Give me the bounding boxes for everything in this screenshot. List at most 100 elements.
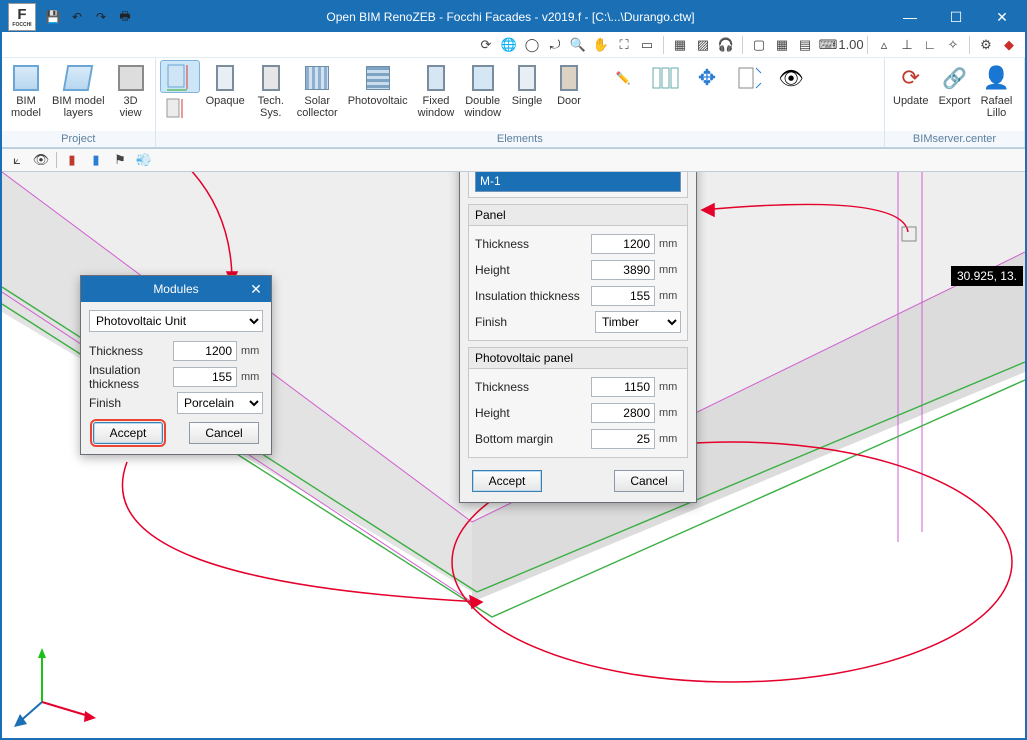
layer-a-icon[interactable]: ▮ [63,151,81,169]
bim-model-button[interactable]: BIM model [6,60,46,122]
draw-button[interactable]: ✏️ [603,60,643,98]
window-icon[interactable]: ▭ [637,35,657,55]
view-strip: ⟀ 👁 ▮ ▮ ⚑ 💨 [2,148,1025,172]
viewport-3d[interactable]: 30.925, 13. Modules ✕ Photovoltaic Unit … [2,172,1025,738]
modules-dialog-small: Modules ✕ Photovoltaic Unit ThicknessmmI… [80,275,272,455]
update-button[interactable]: ⟳Update [889,60,932,110]
fit-icon[interactable]: ⛶ [614,35,634,55]
app-icon: F FOCCHI [8,3,36,31]
modules-button[interactable] [160,60,200,93]
visibility-button[interactable]: 👁 [771,60,811,98]
maximize-button[interactable]: ☐ [933,2,979,32]
panel-2-label: Insulation thickness [475,289,587,303]
refresh-icon[interactable]: ⤾ [545,35,565,55]
globe-icon[interactable]: 🌐 [499,35,519,55]
3d-view-button[interactable]: 3D view [111,60,151,122]
tech-sys-button[interactable]: Tech. Sys. [251,60,291,122]
angle-icon[interactable]: ▵ [874,35,894,55]
cancel-button[interactable]: Cancel [189,422,259,444]
print-icon[interactable]: 🖶 [116,8,134,26]
ribbon-group-title: Project [2,131,155,147]
keyboard-icon[interactable]: ⌨ [818,35,838,55]
headphones-icon[interactable]: 🎧 [716,35,736,55]
modules-dialog-large: Modules ✕ Reference Panel ThicknessmmHei… [459,172,697,503]
snap-icon[interactable]: ✧ [943,35,963,55]
panel-0-input[interactable] [591,234,655,254]
export-button[interactable]: 🔗Export [934,60,974,110]
unit-label: mm [659,407,681,419]
settings-icon[interactable]: ⚙ [976,35,996,55]
orbit-icon[interactable]: ◯ [522,35,542,55]
dialog-close-button[interactable]: ✕ [247,280,265,298]
dialog-title: Modules ✕ [81,276,271,302]
user-button[interactable]: 👤Rafael Lillo [976,60,1016,122]
reference-input[interactable] [475,172,681,192]
eye-icon[interactable]: 👁 [32,151,50,169]
redo-icon[interactable]: ↷ [92,8,110,26]
cancel-button[interactable]: Cancel [614,470,684,492]
ortho-icon[interactable]: ∟ [920,35,940,55]
bim-layers-button[interactable]: BIM model layers [48,60,109,122]
rect-icon[interactable]: ▢ [749,35,769,55]
accept-button[interactable]: Accept [472,470,542,492]
grid-icon[interactable]: ▦ [772,35,792,55]
dim-icon[interactable]: 1.00 [841,35,861,55]
unit-label: mm [659,290,681,302]
perp-icon[interactable]: ⊥ [897,35,917,55]
flag-icon[interactable]: ⚑ [111,151,129,169]
move-button[interactable]: ✥ [687,60,727,98]
panel-3-select[interactable]: Timber [595,311,681,333]
ribbon: BIM model BIM model layers 3D view Proje… [2,58,1025,148]
view-tools-row: ⟳ 🌐 ◯ ⤾ 🔍 ✋ ⛶ ▭ ▦ ▨ 🎧 ▢ ▦ ▤ ⌨ 1.00 ▵ ⊥ ∟… [2,32,1025,58]
single-button[interactable]: Single [507,60,547,110]
group-header-panel: Panel [469,205,687,226]
sd-1-input[interactable] [173,367,237,387]
door-button[interactable]: Door [549,60,589,110]
sd-0-input[interactable] [173,341,237,361]
pv-2-label: Bottom margin [475,432,587,446]
unit-label: mm [241,371,263,383]
save-icon[interactable]: 💾 [44,8,62,26]
pv-1-label: Height [475,406,587,420]
unit-label: mm [659,238,681,250]
hide-icon[interactable]: 💨 [135,151,153,169]
accept-button[interactable]: Accept [93,422,163,444]
photovoltaic-button[interactable]: Photovoltaic [344,60,412,110]
copy-array-button[interactable] [645,60,685,98]
title-bar: F FOCCHI 💾 ↶ ↷ 🖶 Open BIM RenoZEB - Focc… [2,2,1025,32]
light-icon[interactable]: ▤ [795,35,815,55]
axis-icon[interactable]: ⟀ [8,151,26,169]
pv-0-input[interactable] [591,377,655,397]
ribbon-group-elements: Opaque Tech. Sys. Solar collector Photov… [156,58,885,147]
module-type-select[interactable]: Photovoltaic Unit [89,310,263,332]
opaque-button[interactable]: Opaque [202,60,249,110]
sd-2-select[interactable]: Porcelain [177,392,263,414]
sd-2-label: Finish [89,396,173,410]
solar-collector-button[interactable]: Solar collector [293,60,342,122]
layer1-icon[interactable]: ▦ [670,35,690,55]
unit-label: mm [659,433,681,445]
help-icon[interactable]: ◆ [999,35,1019,55]
minimize-button[interactable]: — [887,2,933,32]
pv-2-input[interactable] [591,429,655,449]
double-window-button[interactable]: Double window [460,60,505,122]
close-button[interactable]: ✕ [979,2,1025,32]
panel-0-label: Thickness [475,237,587,251]
rotate-icon[interactable]: ⟳ [476,35,496,55]
fixed-window-button[interactable]: Fixed window [414,60,459,122]
coordinate-readout: 30.925, 13. [951,266,1023,286]
layer-b-icon[interactable]: ▮ [87,151,105,169]
window-controls: — ☐ ✕ [887,2,1025,32]
panel-1-input[interactable] [591,260,655,280]
sd-1-label: Insulation thickness [89,363,169,391]
pan-icon[interactable]: ✋ [591,35,611,55]
ribbon-group-bimserver: ⟳Update 🔗Export 👤Rafael Lillo BIMserver.… [885,58,1025,147]
panel-2-input[interactable] [591,286,655,306]
pv-0-label: Thickness [475,380,587,394]
align-button[interactable] [729,60,769,98]
module-variant-a-button[interactable] [160,95,194,123]
pv-1-input[interactable] [591,403,655,423]
undo-icon[interactable]: ↶ [68,8,86,26]
zoom-icon[interactable]: 🔍 [568,35,588,55]
layer2-icon[interactable]: ▨ [693,35,713,55]
